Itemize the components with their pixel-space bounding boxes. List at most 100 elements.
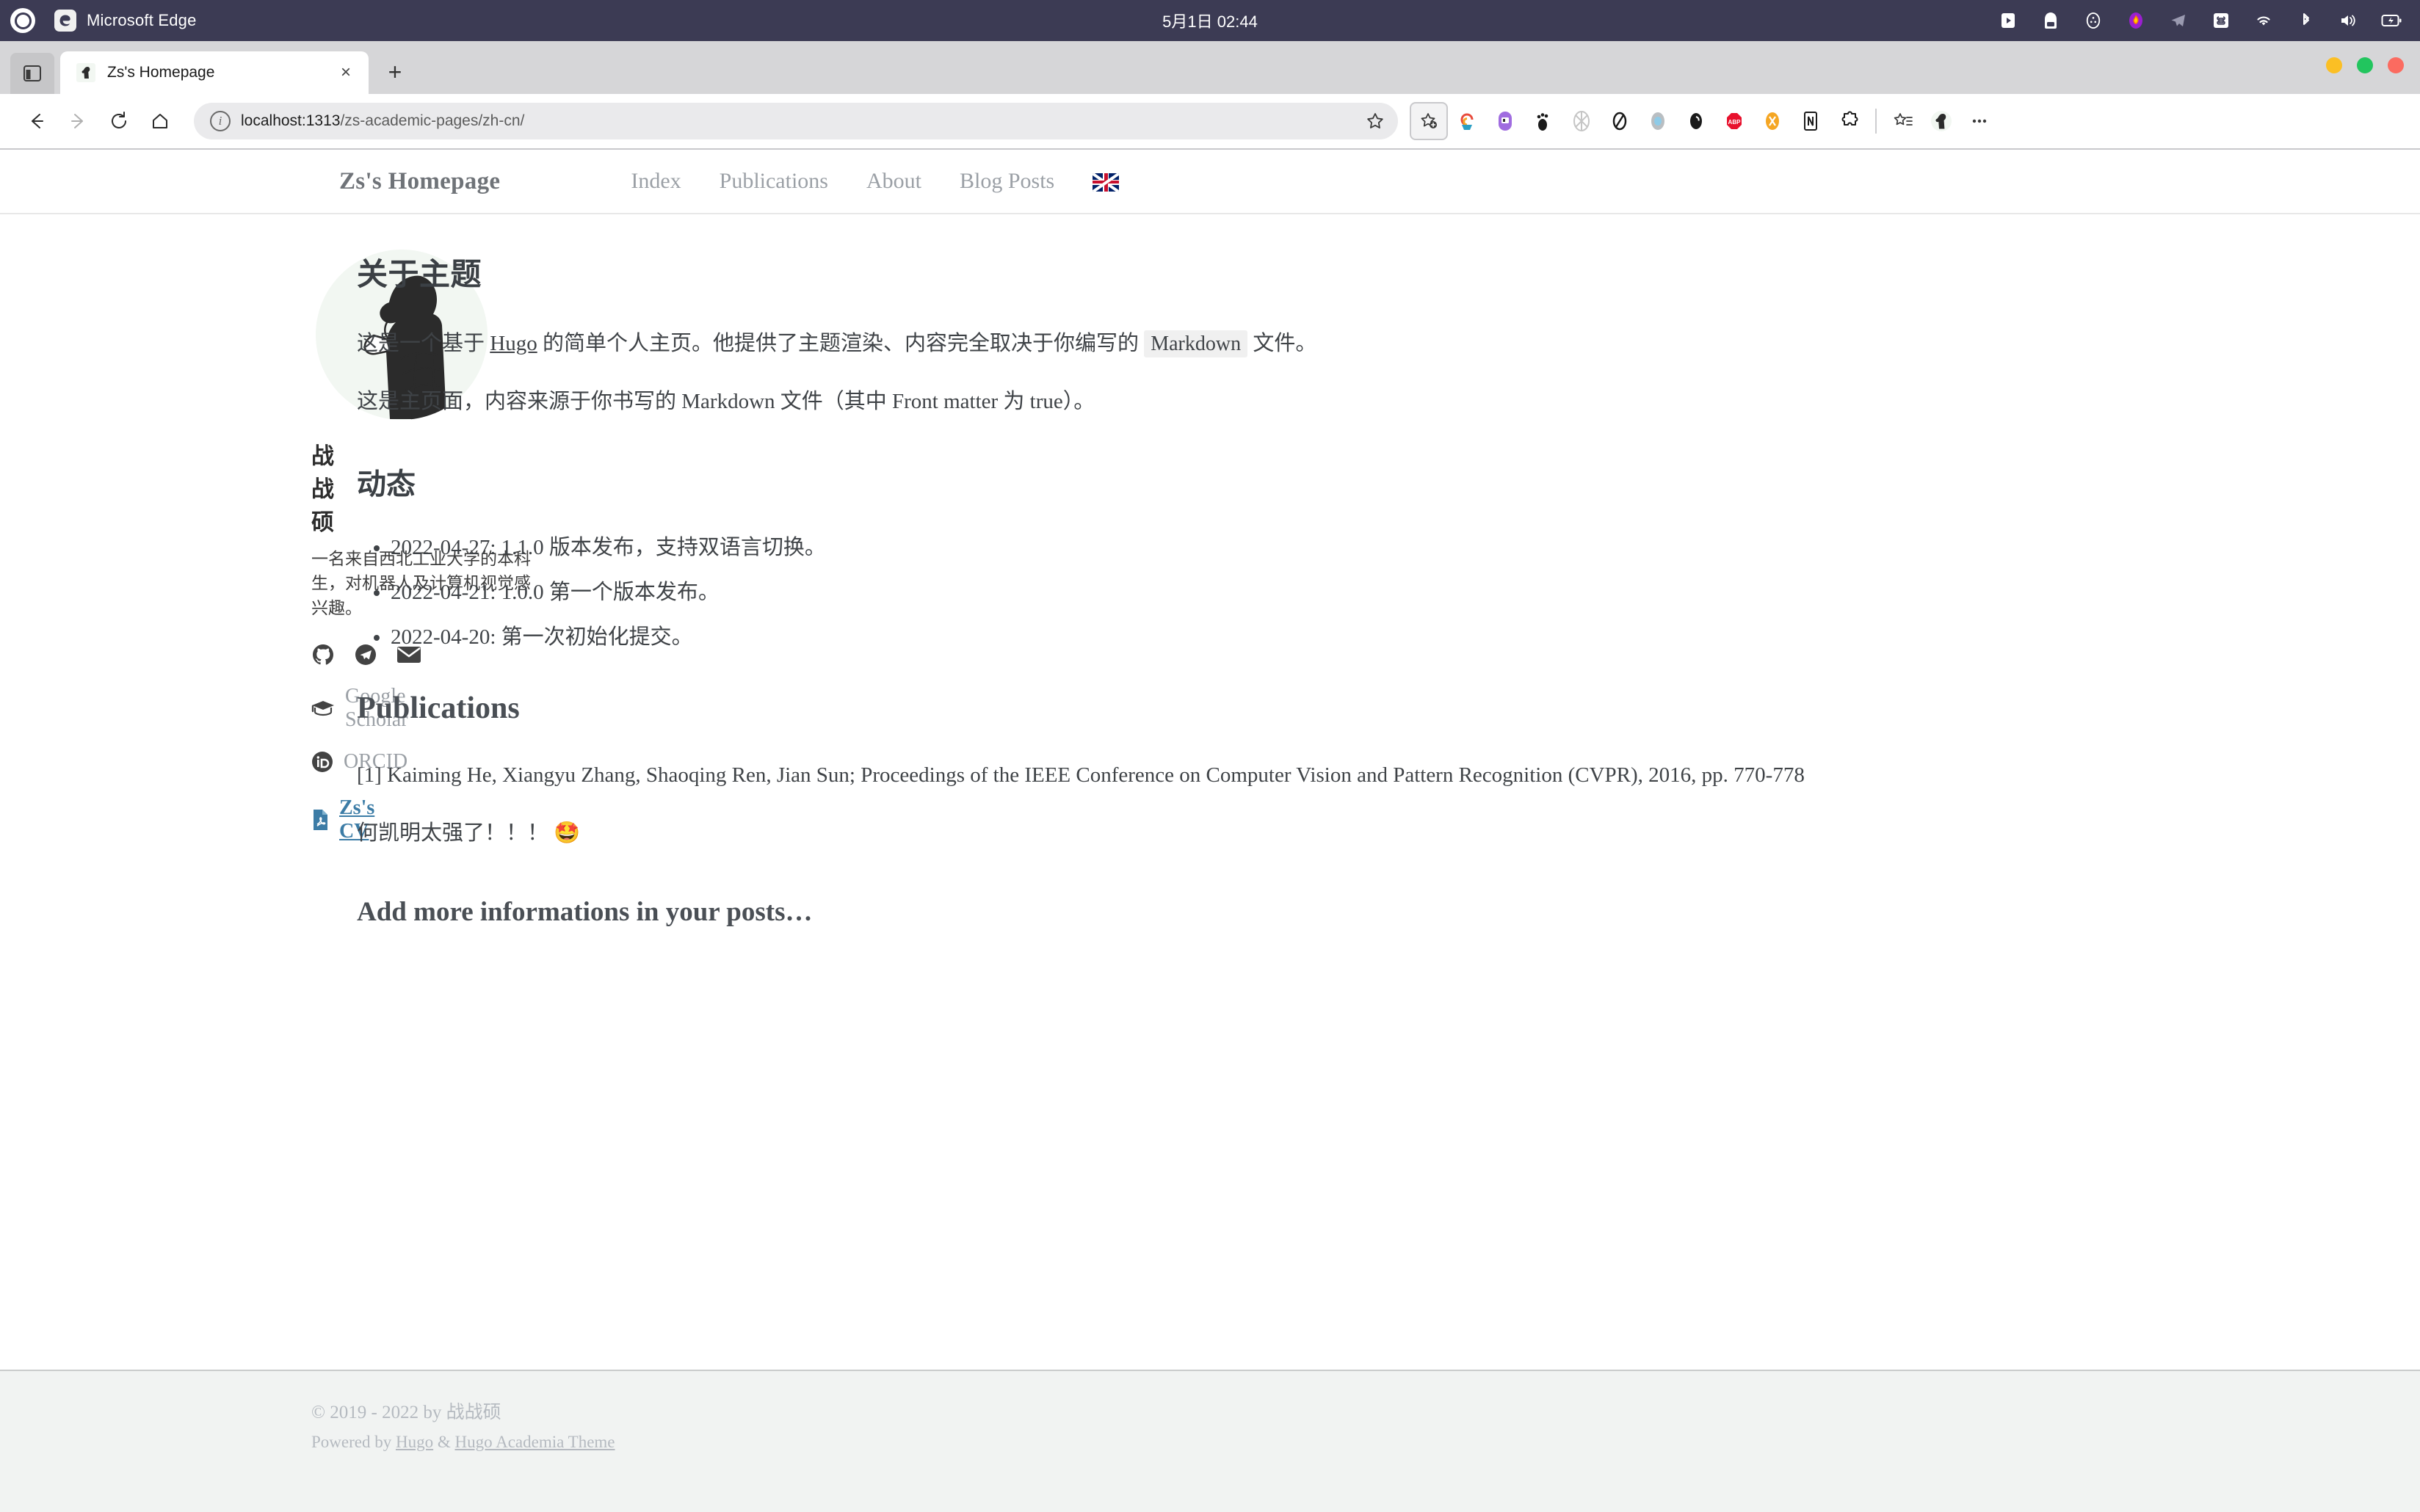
hugo-link[interactable]: Hugo — [490, 332, 537, 355]
bluetooth-icon[interactable] — [2295, 10, 2317, 32]
adblock-plus-icon[interactable]: ABP — [1715, 102, 1753, 140]
reload-button[interactable] — [98, 101, 140, 142]
uk-flag-icon — [1093, 172, 1120, 192]
window-close-button[interactable] — [2388, 57, 2404, 73]
footer-hugo-link[interactable]: Hugo — [396, 1433, 433, 1451]
intro-text-c: 文件。 — [1247, 332, 1317, 355]
nav-item-about[interactable]: About — [847, 169, 941, 194]
clock-face-icon[interactable] — [2082, 10, 2104, 32]
grayscale-icon[interactable] — [1562, 102, 1601, 140]
blue-circle-icon[interactable] — [1639, 102, 1677, 140]
svg-text:ABP: ABP — [1728, 119, 1742, 126]
app-name-label: Microsoft Edge — [87, 11, 197, 29]
tab-close-icon[interactable]: × — [333, 60, 358, 85]
browser-toolbar: i localhost:1313/zs-academic-pages/zh-cn… — [0, 94, 2420, 150]
social-links — [311, 642, 421, 667]
pdf-file-icon — [311, 807, 329, 832]
profile-name: 战战硕 — [311, 443, 334, 535]
google-scholar-link[interactable]: Google Scholar — [311, 685, 408, 732]
language-switch-button[interactable] — [1073, 170, 1120, 192]
media-player-icon[interactable] — [1997, 10, 2019, 32]
tab-strip: Zs's Homepage × + — [0, 41, 2420, 94]
os-bar-left: Microsoft Edge — [10, 8, 197, 33]
collections-icon[interactable] — [1884, 102, 1922, 140]
back-button[interactable] — [16, 101, 57, 142]
powered-prefix: Powered by — [311, 1433, 396, 1451]
orange-slash-icon[interactable] — [1753, 102, 1792, 140]
nav-item-publications[interactable]: Publications — [700, 169, 847, 194]
window-maximize-button[interactable] — [2357, 57, 2373, 73]
puzzle-icon[interactable] — [1830, 102, 1868, 140]
os-top-bar: Microsoft Edge 5月1日 02:44 — [0, 0, 2420, 41]
url-path: /zs-academic-pages/zh-cn/ — [340, 112, 525, 129]
window-minimize-button[interactable] — [2326, 57, 2342, 73]
site-navigation: Index Publications About Blog Posts — [612, 169, 1120, 194]
graduation-cap-icon — [311, 696, 335, 721]
telegram-icon[interactable] — [2167, 10, 2189, 32]
purple-badge-icon[interactable] — [1486, 102, 1524, 140]
footer-theme-link[interactable]: Hugo Academia Theme — [455, 1433, 615, 1451]
url-host: localhost:1313 — [241, 112, 341, 129]
publications-heading: Publications — [357, 691, 520, 726]
powered-amp: & — [433, 1433, 455, 1451]
cv-link[interactable]: Zs's CV — [311, 796, 374, 843]
notion-icon[interactable] — [1792, 102, 1830, 140]
tab-actions-button[interactable] — [10, 53, 54, 94]
backpack-icon[interactable] — [2040, 10, 2062, 32]
active-app-indicator[interactable]: Microsoft Edge — [54, 10, 197, 32]
tab-favicon-icon — [76, 63, 95, 82]
dark-circle-icon[interactable] — [1677, 102, 1715, 140]
new-tab-button[interactable]: + — [379, 56, 411, 88]
intro-text-a: 这是一个基于 — [357, 332, 490, 355]
ubuntu-logo-icon[interactable] — [10, 8, 35, 33]
edge-icon — [54, 10, 76, 32]
page-content: 战战硕 一名来自西北工业大学的本科生，对机器人及计算机视觉感兴趣。 Google… — [0, 214, 2420, 1370]
profile-sidebar: 战战硕 一名来自西北工业大学的本科生，对机器人及计算机视觉感兴趣。 Google… — [0, 250, 531, 1370]
footer-copyright: © 2019 - 2022 by 战战硕 — [311, 1403, 501, 1422]
more-options-icon[interactable] — [1960, 102, 1999, 140]
volume-icon[interactable] — [2338, 10, 2360, 32]
site-header: Zs's Homepage Index Publications About B… — [0, 150, 2420, 214]
forward-button[interactable] — [57, 101, 98, 142]
orcid-icon — [311, 749, 333, 774]
favorite-star-icon[interactable] — [1363, 109, 1388, 134]
profile-avatar-icon[interactable] — [1922, 102, 1960, 140]
orcid-link[interactable]: ORCID — [311, 749, 407, 774]
nav-item-index[interactable]: Index — [612, 169, 700, 194]
main-content: 关于主题 这是一个基于 Hugo 的简单个人主页。他提供了主题渲染、内容完全取决… — [344, 250, 2420, 1370]
firefox-flame-icon[interactable] — [2125, 10, 2147, 32]
window-controls — [2326, 57, 2404, 73]
publication-comment: 何凯明太强了！！！ 🤩 — [357, 821, 581, 846]
intro-text-b: 的简单个人主页。他提供了主题渲染、内容完全取决于你编写的 — [537, 332, 1145, 355]
site-footer: © 2019 - 2022 by 战战硕 Powered by Hugo & H… — [0, 1370, 2420, 1512]
extensions-row: ABP — [1410, 102, 1999, 140]
list-item: 2022-04-27: 1.1.0 版本发布，支持双语言切换。 — [391, 535, 2082, 561]
browser-tab[interactable]: Zs's Homepage × — [60, 51, 369, 94]
publication-entry: [1] Kaiming He, Xiangyu Zhang, Shaoqing … — [357, 763, 1805, 788]
no-entry-icon[interactable] — [1601, 102, 1639, 140]
tab-title: Zs's Homepage — [107, 64, 215, 81]
footprint-icon[interactable] — [1524, 102, 1562, 140]
address-bar[interactable]: i localhost:1313/zs-academic-pages/zh-cn… — [194, 103, 1398, 139]
os-tray — [1997, 10, 2410, 32]
site-brand[interactable]: Zs's Homepage — [339, 168, 500, 195]
battery-charging-icon[interactable] — [2380, 10, 2402, 32]
list-item: 2022-04-20: 第一次初始化提交。 — [391, 625, 2082, 650]
intro-paragraph-2: 这是主页面，内容来源于你书写的 Markdown 文件（其中 Front mat… — [357, 389, 1095, 413]
github-icon[interactable] — [311, 642, 335, 667]
browser-chrome: Zs's Homepage × + i localhost:1313/zs-ac… — [0, 41, 2420, 150]
rainbow-icon[interactable] — [1448, 102, 1486, 140]
nav-item-blog-posts[interactable]: Blog Posts — [941, 169, 1073, 194]
news-list: 2022-04-27: 1.1.0 版本发布，支持双语言切换。 2022-04-… — [357, 535, 2082, 650]
markdown-code-chip: Markdown — [1144, 330, 1248, 357]
toolbar-divider — [1875, 109, 1877, 134]
home-button[interactable] — [140, 101, 181, 142]
command-key-icon[interactable] — [2210, 10, 2232, 32]
list-item: 2022-04-21: 1.0.0 第一个版本发布。 — [391, 580, 2082, 606]
add-favorite-button[interactable] — [1410, 102, 1448, 140]
address-bar-input[interactable]: localhost:1313/zs-academic-pages/zh-cn/ — [241, 112, 1352, 130]
site-info-icon[interactable]: i — [210, 111, 231, 131]
web-page: Zs's Homepage Index Publications About B… — [0, 150, 2420, 1512]
wifi-icon[interactable] — [2253, 10, 2275, 32]
footer-powered-by: Powered by Hugo & Hugo Academia Theme — [311, 1433, 2420, 1452]
